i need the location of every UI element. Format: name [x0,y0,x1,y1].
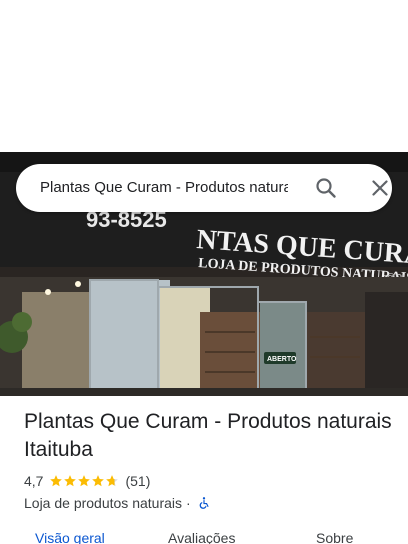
star-icon [92,475,105,487]
close-icon [372,180,388,196]
tab-bar: Visão geral Avaliações Sobre [0,530,408,544]
star-icon [50,475,63,487]
door-open-sign: ABERTO [267,356,297,363]
star-icon [78,475,91,487]
search-icon [316,178,336,198]
map-blank-area [0,0,408,152]
tab-overview[interactable]: Visão geral [35,530,105,544]
review-count[interactable]: (51) [125,473,150,489]
star-half-icon [106,475,119,487]
rating-stars [49,474,119,488]
close-button[interactable] [368,176,392,200]
tab-about[interactable]: Sobre [316,530,353,544]
separator-dot: · [186,495,191,511]
search-button[interactable] [314,176,338,200]
star-icon [64,475,77,487]
wheelchair-icon [199,497,209,509]
search-bar[interactable]: Plantas Que Curam - Produtos naturais It… [16,164,392,212]
tab-reviews[interactable]: Avaliações [168,530,235,544]
rating-value: 4,7 [24,473,44,489]
rating-row[interactable]: 4,7 (51) [24,471,150,491]
place-info-panel: Plantas Que Curam - Produtos naturais It… [0,396,408,544]
place-title: Plantas Que Curam - Produtos naturais It… [24,410,392,461]
search-input[interactable]: Plantas Que Curam - Produtos naturais It… [40,164,288,212]
place-category: Loja de produtos naturais [24,495,182,511]
category-row: Loja de produtos naturais · [24,493,211,513]
